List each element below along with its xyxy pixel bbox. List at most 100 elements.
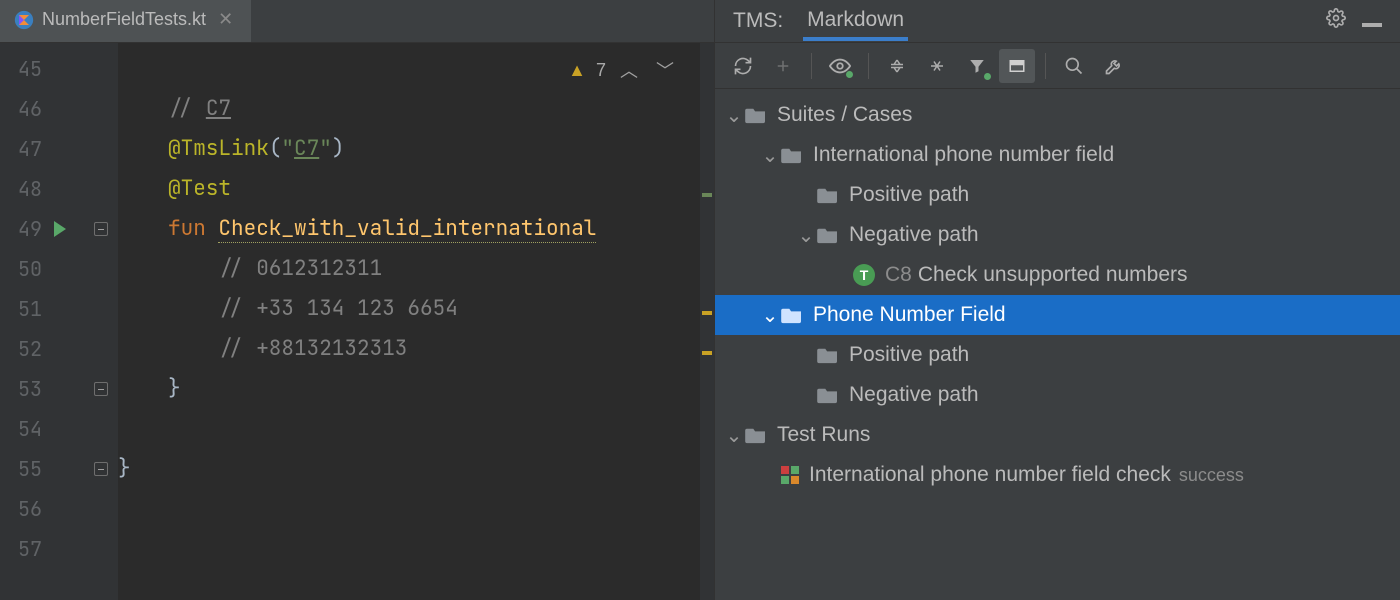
error-stripe[interactable]: [700, 43, 714, 600]
folder-icon: [817, 346, 839, 364]
tree-item-label: Negative path: [849, 223, 979, 247]
stripe-mark[interactable]: [702, 351, 712, 355]
tree-folder[interactable]: ⌄ Negative path: [715, 215, 1400, 255]
code-area[interactable]: // C7@TmsLink("C7")@Testfun Check_with_v…: [118, 43, 714, 600]
warning-icon: ▲: [568, 60, 586, 81]
code-line[interactable]: @TmsLink("C7"): [168, 129, 714, 169]
stripe-mark[interactable]: [702, 193, 712, 197]
tree-folder[interactable]: ⌄ Test Runs: [715, 415, 1400, 455]
inspection-count: 7: [596, 60, 606, 81]
chevron-icon[interactable]: ⌄: [723, 423, 745, 448]
line-number: 50: [0, 249, 90, 289]
chevron-icon[interactable]: ⌄: [795, 223, 817, 248]
tree-test-run[interactable]: International phone number field check su…: [715, 455, 1400, 495]
line-number: 52: [0, 329, 90, 369]
folder-icon: [745, 426, 767, 444]
test-run-icon: [781, 466, 799, 484]
tree-folder[interactable]: ⌄ Phone Number Field: [715, 295, 1400, 335]
line-number: 47: [0, 129, 90, 169]
code-line[interactable]: }: [168, 369, 714, 409]
tms-panel-title: TMS:: [733, 9, 783, 33]
folder-icon: [817, 226, 839, 244]
tms-header: TMS: Markdown: [715, 0, 1400, 43]
test-case-badge-icon: T: [853, 264, 875, 286]
tree-item-label: Suites / Cases: [777, 103, 912, 127]
editor-tab-bar: NumberFieldTests.kt ✕: [0, 0, 714, 43]
wrench-icon[interactable]: [1096, 49, 1132, 83]
code-line[interactable]: // C7: [168, 89, 714, 129]
code-line[interactable]: // 0612312311: [168, 249, 714, 289]
line-number: 54: [0, 409, 90, 449]
tree-item-label: Positive path: [849, 183, 969, 207]
tree-item-label: International phone number field: [813, 143, 1114, 167]
editor-tab-label: NumberFieldTests.kt: [42, 9, 206, 30]
code-line[interactable]: [168, 529, 714, 569]
tms-tab-markdown[interactable]: Markdown: [803, 2, 908, 41]
tms-tree[interactable]: ⌄ Suites / Cases ⌄ International phone numb…: [715, 89, 1400, 600]
line-number: 51: [0, 289, 90, 329]
run-status-label: success: [1179, 465, 1244, 486]
add-icon[interactable]: [765, 49, 801, 83]
tree-folder[interactable]: Negative path: [715, 375, 1400, 415]
folder-icon: [781, 306, 803, 324]
line-number: 53: [0, 369, 90, 409]
tree-item-label: International phone number field check: [809, 463, 1171, 487]
code-line[interactable]: }: [118, 449, 714, 489]
line-number: 57: [0, 529, 90, 569]
tree-folder[interactable]: ⌄ International phone number field: [715, 135, 1400, 175]
expand-all-icon[interactable]: [879, 49, 915, 83]
tree-item-label: Phone Number Field: [813, 303, 1006, 327]
tree-folder[interactable]: ⌄ Suites / Cases: [715, 95, 1400, 135]
fold-toggle-icon[interactable]: [94, 462, 108, 476]
tree-item-label: Positive path: [849, 343, 969, 367]
toolbar-separator: [1045, 53, 1046, 79]
line-number: 48: [0, 169, 90, 209]
tree-item-label: Test Runs: [777, 423, 870, 447]
collapse-all-icon[interactable]: [919, 49, 955, 83]
refresh-icon[interactable]: [725, 49, 761, 83]
layout-icon[interactable]: [999, 49, 1035, 83]
folder-icon: [817, 186, 839, 204]
close-icon[interactable]: ✕: [214, 7, 237, 32]
editor-pane: NumberFieldTests.kt ✕ 454647484950515253…: [0, 0, 714, 600]
code-line[interactable]: fun Check_with_valid_international: [168, 209, 714, 249]
chevron-icon[interactable]: ⌄: [759, 143, 781, 168]
chevron-down-icon[interactable]: ﹀: [652, 55, 678, 85]
line-number: 45: [0, 49, 90, 89]
tree-folder[interactable]: Positive path: [715, 335, 1400, 375]
line-number: 46: [0, 89, 90, 129]
tree-item-label: Check unsupported numbers: [918, 263, 1188, 287]
code-line[interactable]: // +33 134 123 6654: [168, 289, 714, 329]
tms-panel: TMS: Markdown ⌄ Suites / Cases ⌄ Internatio…: [714, 0, 1400, 600]
search-icon[interactable]: [1056, 49, 1092, 83]
fold-toggle-icon[interactable]: [94, 382, 108, 396]
chevron-icon[interactable]: ⌄: [723, 103, 745, 128]
inspection-summary[interactable]: ▲ 7 ︿ ﹀: [562, 53, 684, 87]
code-line[interactable]: [168, 489, 714, 529]
editor-tab[interactable]: NumberFieldTests.kt ✕: [0, 0, 251, 42]
run-gutter-icon[interactable]: [54, 221, 66, 237]
gear-icon[interactable]: [1318, 4, 1354, 38]
tree-test-case[interactable]: T C8Check unsupported numbers: [715, 255, 1400, 295]
stripe-mark[interactable]: [702, 311, 712, 315]
tms-toolbar: [715, 43, 1400, 89]
line-number: 55: [0, 449, 90, 489]
code-line[interactable]: // +88132132313: [168, 329, 714, 369]
line-number: 56: [0, 489, 90, 529]
minimize-icon[interactable]: [1354, 5, 1390, 37]
code-line[interactable]: [168, 409, 714, 449]
test-case-id: C8: [885, 263, 912, 287]
fold-toggle-icon[interactable]: [94, 222, 108, 236]
tree-item-label: Negative path: [849, 383, 979, 407]
chevron-icon[interactable]: ⌄: [759, 303, 781, 328]
folder-icon: [817, 386, 839, 404]
tree-folder[interactable]: Positive path: [715, 175, 1400, 215]
line-number: 49: [0, 209, 90, 249]
chevron-up-icon[interactable]: ︿: [616, 55, 642, 85]
editor-body: 45464748495051525354555657 // C7@TmsLink…: [0, 43, 714, 600]
code-line[interactable]: @Test: [168, 169, 714, 209]
watch-icon[interactable]: [822, 49, 858, 83]
kotlin-file-icon: [14, 10, 34, 30]
fold-column: [90, 43, 118, 600]
filter-icon[interactable]: [959, 49, 995, 83]
